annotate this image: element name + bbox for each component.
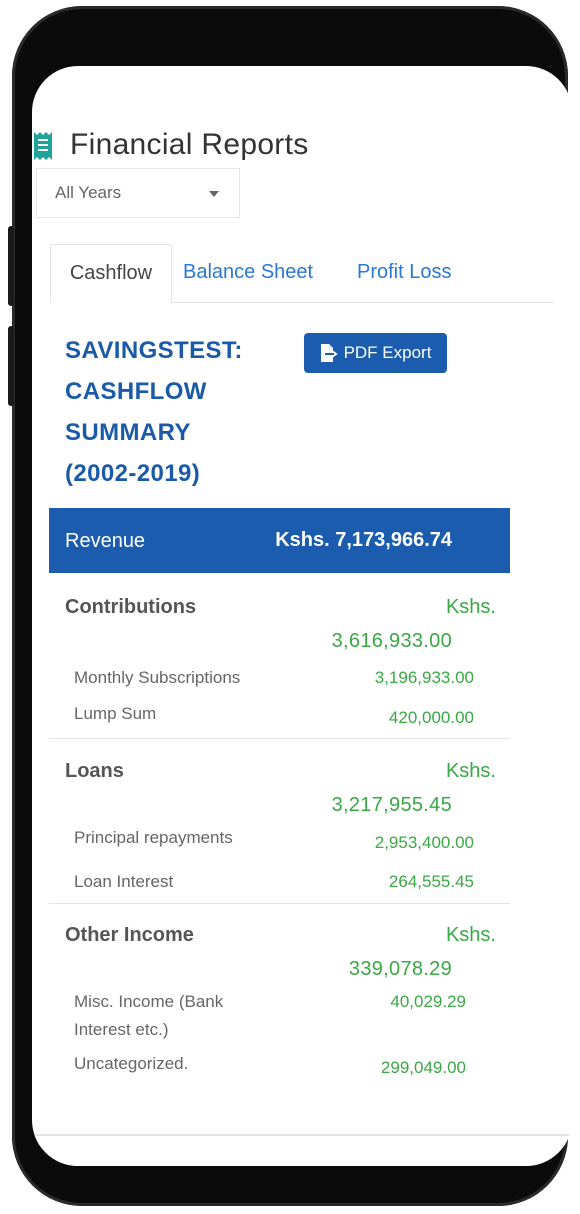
page-header: Financial Reports [32,118,572,174]
section-divider [49,903,510,904]
item-value: 420,000.00 [388,708,474,727]
volume-button [8,226,14,306]
year-filter-value: All Years [55,183,122,202]
screen-bottom-bar [32,1134,572,1166]
file-export-icon [320,344,338,362]
report-title: SAVINGSTEST: CASHFLOW SUMMARY (2002-2019… [65,330,285,494]
tab-profit-loss[interactable]: Profit Loss [357,244,451,301]
volume-button-2 [8,326,14,406]
report-title-line: CASHFLOW [65,378,207,405]
item-value: 40,029.29 [390,992,466,1011]
caret-down-icon [209,191,219,197]
report-scroll-area[interactable]: Financial Reports All Years Cashflow Bal… [32,106,572,1134]
pdf-export-label: PDF Export [343,343,432,362]
section-currency: Kshs. [445,924,496,946]
revenue-label: Revenue [65,530,146,552]
item-name: Principal repayments [74,828,233,847]
report-title-line: (2002-2019) [65,460,201,487]
section-divider [49,738,510,739]
section-total: 3,217,955.45 [331,794,452,816]
report-tabs: Cashflow Balance Sheet Profit Loss [50,244,554,303]
pdf-export-button[interactable]: PDF Export [304,333,447,373]
item-name: Loan Interest [74,872,174,891]
item-value: 3,196,933.00 [374,668,474,687]
revenue-summary-bar: Revenue Kshs. 7,173,966.74 [49,508,510,573]
section-currency: Kshs. [445,596,496,618]
item-name: Monthly Subscriptions [74,668,241,687]
phone-frame: Financial Reports All Years Cashflow Bal… [8,6,572,1206]
item-name: Uncategorized. [74,1054,189,1073]
item-value: 2,953,400.00 [374,833,474,852]
revenue-amount: Kshs. 7,173,966.74 [275,529,452,551]
receipt-icon [34,132,52,160]
tab-balance-sheet[interactable]: Balance Sheet [183,244,313,301]
phone-screen: Financial Reports All Years Cashflow Bal… [32,66,572,1166]
tab-cashflow[interactable]: Cashflow [50,244,172,303]
item-value: 299,049.00 [380,1058,466,1077]
page-title: Financial Reports [70,128,309,161]
report-title-line: SAVINGSTEST: [65,337,243,364]
section-total: 3,616,933.00 [331,630,452,652]
item-name: Misc. Income (Bank Interest etc.) [74,992,224,1039]
section-heading: Contributions [65,596,197,618]
item-name: Lump Sum [74,704,157,723]
section-total: 339,078.29 [348,958,452,980]
section-heading: Loans [65,760,124,782]
report-title-line: SUMMARY [65,419,191,446]
item-value: 264,555.45 [388,872,474,891]
section-currency: Kshs. [445,760,496,782]
year-filter-select[interactable]: All Years [36,168,240,218]
section-heading: Other Income [65,924,194,946]
